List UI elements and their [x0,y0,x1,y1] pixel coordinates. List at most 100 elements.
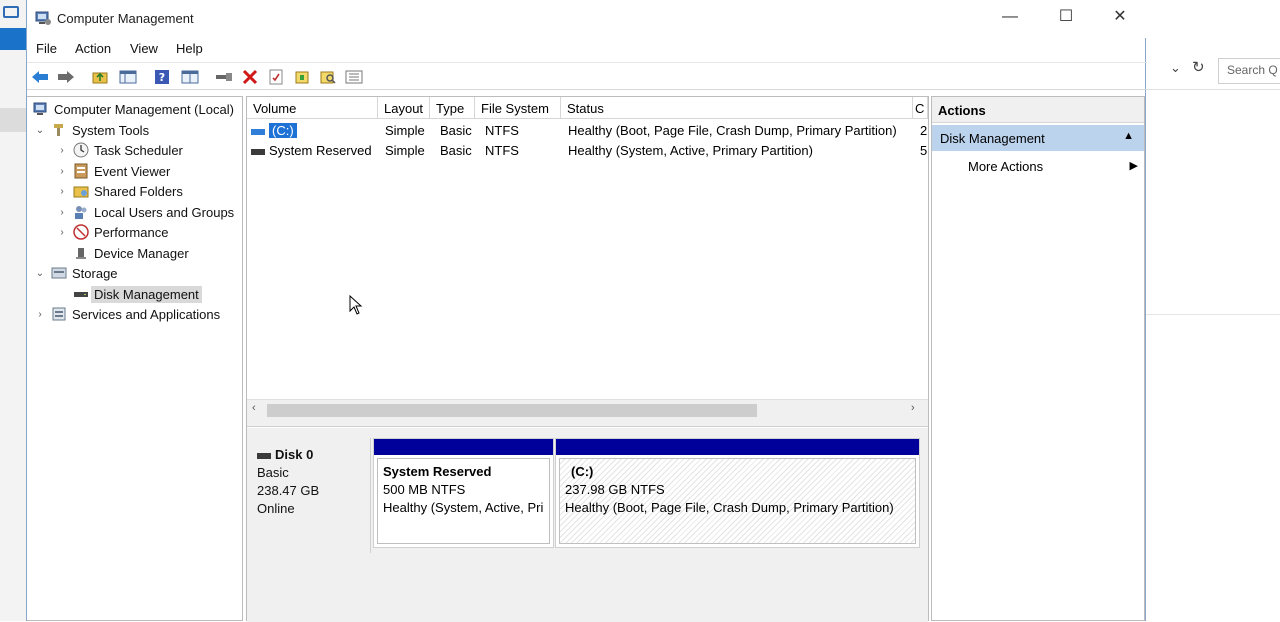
search-folder-icon[interactable] [319,68,337,86]
menu-bar: File Action View Help [27,38,1147,60]
tree-item-disk-management[interactable]: Disk Management [69,284,202,304]
delete-icon[interactable] [241,68,259,86]
actions-header: Actions [932,97,1144,123]
tree-item-task-scheduler[interactable]: › Task Scheduler [55,140,183,160]
partition-title: System Reserved [383,464,492,479]
volume-list: Volume Layout Type File System Status C … [247,97,928,419]
disk-size: 238.47 GB [257,483,320,498]
up-folder-icon[interactable] [91,68,109,86]
cell-status: Healthy (Boot, Page File, Crash Dump, Pr… [568,123,897,138]
scroll-left-icon[interactable]: ‹ [252,402,256,414]
chevron-right-icon[interactable]: › [55,186,69,197]
show-hide-tree-icon[interactable] [119,68,137,86]
cell-capacity: 5 [920,143,928,158]
tree-label: Shared Folders [94,183,183,199]
tree-label: Local Users and Groups [94,204,235,220]
volume-name: System Reserved [269,143,372,158]
more-actions-item[interactable]: More Actions ▶ [968,157,1138,176]
scrollbar-thumb[interactable] [267,404,757,417]
tree-item-storage[interactable]: ⌄ Storage [33,263,118,283]
maximize-button[interactable]: ☐ [1043,4,1089,30]
console-view-icon[interactable] [181,68,199,86]
tree-label: Task Scheduler [94,142,183,158]
cell-type: Basic [440,123,472,138]
more-actions-label: More Actions [968,159,1044,174]
chevron-right-icon[interactable]: › [55,145,69,156]
tree-item-local-users[interactable]: › Local Users and Groups [55,202,234,222]
new-volume-icon[interactable] [293,68,311,86]
partition-size: 500 MB NTFS [383,482,466,497]
column-status[interactable]: Status [561,97,913,119]
menu-help[interactable]: Help [176,41,203,56]
chevron-down-icon[interactable]: ⌄ [1170,60,1181,76]
chevron-right-icon[interactable]: › [55,207,69,218]
tree-item-system-tools[interactable]: ⌄ System Tools [33,120,149,140]
chevron-down-icon[interactable]: ⌄ [33,125,47,136]
toolbar: ? [27,62,1147,90]
menu-view[interactable]: View [130,41,158,56]
cell-file-system: NTFS [485,143,519,158]
properties-icon[interactable] [267,68,285,86]
computer-management-icon [33,101,49,117]
disk-icon [257,452,271,459]
event-log-icon [73,163,89,179]
results-pane: Volume Layout Type File System Status C … [246,96,929,622]
disk-icon [73,286,89,302]
tools-icon [51,122,67,138]
back-arrow-icon[interactable] [31,68,49,86]
forward-arrow-icon[interactable] [57,68,75,86]
background-divider [1146,314,1280,315]
computer-management-window: Computer Management — ☐ ✕ File Action Vi… [26,0,1147,622]
partition-c-drive[interactable]: (C:) 237.98 GB NTFS Healthy (Boot, Page … [555,438,920,548]
tree-item-event-viewer[interactable]: › Event Viewer [55,161,170,181]
table-row[interactable]: System Reserved [251,143,372,158]
menu-file[interactable]: File [36,41,57,56]
chevron-down-icon[interactable]: ⌄ [33,268,47,279]
tree-label: System Tools [72,122,150,138]
minimize-button[interactable]: — [987,4,1033,30]
clock-icon [73,142,89,158]
partition-title: (C:) [571,464,594,479]
partition-system-reserved[interactable]: System Reserved 500 MB NTFS Healthy (Sys… [373,438,554,548]
column-type[interactable]: Type [430,97,475,119]
chevron-right-icon[interactable]: › [33,309,47,320]
actions-pane: Actions Disk Management ▲ More Actions ▶ [931,96,1145,621]
background-search-input[interactable]: Search Q [1218,58,1280,84]
scroll-right-icon[interactable]: › [911,402,915,414]
disk-label[interactable]: Disk 0 Basic 238.47 GB Online [249,438,371,553]
help-icon[interactable]: ? [153,68,171,86]
refresh-icon[interactable]: ↻ [1192,58,1205,76]
connect-icon[interactable] [215,68,233,86]
partition-body: System Reserved 500 MB NTFS Healthy (Sys… [377,458,550,544]
menu-action[interactable]: Action [75,41,111,56]
tree-item-device-manager[interactable]: Device Manager [69,243,189,263]
column-file-system[interactable]: File System [475,97,561,119]
partition-size: 237.98 GB NTFS [565,482,665,497]
volume-icon [251,148,265,155]
collapse-up-icon[interactable]: ▲ [1123,130,1134,142]
column-layout[interactable]: Layout [378,97,430,119]
horizontal-scrollbar[interactable]: ‹ › [247,399,928,419]
chevron-right-icon[interactable]: › [55,166,69,177]
pane-splitter[interactable] [247,419,928,427]
tree-label: Event Viewer [94,163,171,179]
tree-item-performance[interactable]: › Performance [55,222,168,242]
table-row[interactable]: (C:) [251,123,297,138]
column-capacity[interactable]: C [913,97,928,119]
tree-item-shared-folders[interactable]: › Shared Folders [55,181,183,201]
actions-section-disk-management[interactable]: Disk Management ▲ [932,125,1144,151]
column-volume[interactable]: Volume [247,97,378,119]
background-highlight [0,28,26,50]
close-button[interactable]: ✕ [1097,4,1143,30]
chevron-right-icon[interactable]: › [55,227,69,238]
volume-name: (C:) [269,123,297,138]
title-bar[interactable]: Computer Management — ☐ ✕ [27,0,1147,38]
export-list-icon[interactable] [345,68,363,86]
background-app-strip [0,0,28,621]
tree-item-root[interactable]: Computer Management (Local) [29,99,234,119]
background-browser: ⌄ ↻ Search Q [1146,0,1280,621]
disk-map: Disk 0 Basic 238.47 GB Online System Res… [247,428,928,622]
cell-layout: Simple [385,123,425,138]
tree-item-services[interactable]: › Services and Applications [33,304,220,324]
disk-state: Online [257,501,295,516]
